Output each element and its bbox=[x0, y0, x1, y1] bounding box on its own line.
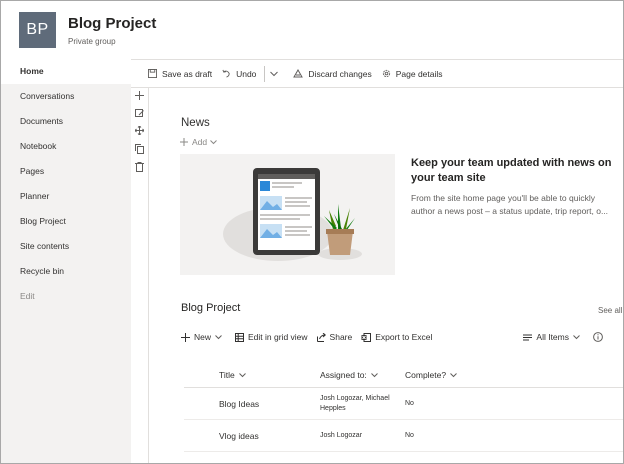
site-privacy-label: Private group bbox=[68, 37, 116, 46]
view-selector-label: All Items bbox=[536, 332, 569, 342]
news-webpart-title[interactable]: News bbox=[181, 117, 210, 129]
chevron-down-icon bbox=[270, 71, 279, 76]
column-header-label: Complete? bbox=[405, 370, 447, 380]
chevron-down-icon bbox=[370, 372, 378, 377]
chevron-down-icon bbox=[210, 139, 217, 144]
share-button[interactable]: Share bbox=[316, 332, 353, 342]
excel-icon bbox=[361, 332, 372, 342]
left-navigation: Home Conversations Documents Notebook Pa… bbox=[1, 59, 131, 463]
list-command-bar: New Edit in grid view Share Export to Ex… bbox=[181, 328, 621, 346]
chevron-down-icon bbox=[215, 334, 222, 339]
move-section-icon[interactable] bbox=[135, 126, 144, 135]
command-separator bbox=[264, 65, 266, 82]
list-grid: Title Assigned to: Complete? Blog Ideas … bbox=[184, 363, 623, 452]
nav-edit-link[interactable]: Edit bbox=[1, 284, 131, 309]
nav-item-blog-project[interactable]: Blog Project bbox=[1, 209, 131, 234]
nav-item-pages[interactable]: Pages bbox=[1, 159, 131, 184]
site-logo[interactable]: BP bbox=[19, 12, 56, 48]
new-item-button[interactable]: New bbox=[181, 332, 226, 342]
page-command-bar: Save as draft Undo Discard changes Page … bbox=[131, 59, 623, 88]
row-complete-cell: No bbox=[405, 432, 414, 439]
page-details-button[interactable]: Page details bbox=[382, 69, 443, 79]
undo-button[interactable]: Undo bbox=[222, 69, 256, 79]
row-title-cell[interactable]: Vlog ideas bbox=[184, 431, 320, 441]
share-icon bbox=[316, 332, 326, 342]
new-item-label: New bbox=[194, 332, 212, 342]
section-toolbox bbox=[131, 88, 149, 463]
save-icon bbox=[148, 69, 157, 78]
row-assigned-cell: Josh Logozar bbox=[320, 432, 363, 439]
export-excel-button[interactable]: Export to Excel bbox=[361, 332, 432, 342]
share-label: Share bbox=[329, 332, 353, 342]
nav-item-notebook[interactable]: Notebook bbox=[1, 134, 131, 159]
column-header-label: Title bbox=[219, 370, 235, 380]
site-header: BP Blog Project Private group bbox=[1, 1, 623, 59]
gear-icon bbox=[382, 69, 390, 78]
nav-item-documents[interactable]: Documents bbox=[1, 109, 131, 134]
nav-item-conversations[interactable]: Conversations bbox=[1, 84, 131, 109]
plus-icon bbox=[180, 138, 188, 146]
grid-icon bbox=[235, 332, 245, 342]
add-section-icon[interactable] bbox=[135, 91, 144, 100]
discard-changes-button[interactable]: Discard changes bbox=[293, 68, 372, 79]
table-row[interactable]: Blog Ideas Josh Logozar, Michael Hepples… bbox=[184, 388, 623, 420]
column-header-label: Assigned to: bbox=[320, 370, 367, 380]
tablet-plant-illustration bbox=[180, 154, 395, 275]
nav-item-planner[interactable]: Planner bbox=[1, 184, 131, 209]
save-draft-label: Save as draft bbox=[162, 68, 213, 79]
undo-label: Undo bbox=[236, 68, 257, 79]
news-placeholder-image bbox=[180, 154, 395, 275]
discard-changes-label: Discard changes bbox=[308, 68, 372, 79]
edit-section-icon[interactable] bbox=[135, 109, 144, 118]
page-details-label: Page details bbox=[395, 68, 443, 79]
news-headline: Keep your team updated with news on your… bbox=[411, 157, 612, 184]
plus-icon bbox=[181, 332, 190, 342]
nav-item-home[interactable]: Home bbox=[1, 59, 131, 84]
row-title-cell[interactable]: Blog Ideas bbox=[184, 399, 320, 409]
export-excel-label: Export to Excel bbox=[375, 332, 433, 342]
row-complete-cell: No bbox=[405, 400, 414, 407]
list-header-row: Title Assigned to: Complete? bbox=[184, 363, 623, 388]
nav-item-site-contents[interactable]: Site contents bbox=[1, 234, 131, 259]
column-header-complete[interactable]: Complete? bbox=[405, 370, 485, 380]
view-options-icon bbox=[523, 334, 533, 340]
see-all-link[interactable]: See all bbox=[598, 306, 622, 315]
view-selector[interactable]: All Items bbox=[523, 332, 584, 342]
list-webpart-title[interactable]: Blog Project bbox=[181, 302, 240, 314]
save-draft-button[interactable]: Save as draft bbox=[148, 69, 212, 79]
column-header-title[interactable]: Title bbox=[184, 370, 320, 380]
chevron-down-icon bbox=[573, 334, 580, 339]
edit-grid-view-button[interactable]: Edit in grid view bbox=[235, 332, 308, 342]
column-header-assigned[interactable]: Assigned to: bbox=[320, 370, 405, 380]
nav-item-recycle-bin[interactable]: Recycle bin bbox=[1, 259, 131, 284]
duplicate-section-icon[interactable] bbox=[135, 144, 144, 154]
undo-icon bbox=[222, 69, 230, 78]
news-description: From the site home page you'll be able t… bbox=[411, 193, 609, 216]
edit-grid-view-label: Edit in grid view bbox=[248, 332, 308, 342]
site-title[interactable]: Blog Project bbox=[68, 15, 156, 32]
info-button[interactable] bbox=[593, 332, 607, 342]
row-assigned-cell: Josh Logozar, Michael Hepples bbox=[320, 394, 390, 412]
add-news-label: Add bbox=[192, 137, 208, 147]
undo-dropdown-button[interactable] bbox=[270, 71, 283, 77]
chevron-down-icon bbox=[238, 372, 246, 377]
chevron-down-icon bbox=[450, 372, 457, 377]
sharepoint-window: BP Blog Project Private group Home Conve… bbox=[0, 0, 624, 464]
discard-icon bbox=[293, 69, 304, 78]
page-canvas: News Add Keep your team updated with new… bbox=[149, 88, 623, 463]
delete-section-icon[interactable] bbox=[135, 162, 144, 172]
table-row[interactable]: Vlog ideas Josh Logozar No bbox=[184, 420, 623, 452]
info-icon bbox=[593, 332, 603, 342]
add-news-button[interactable]: Add bbox=[180, 137, 217, 147]
